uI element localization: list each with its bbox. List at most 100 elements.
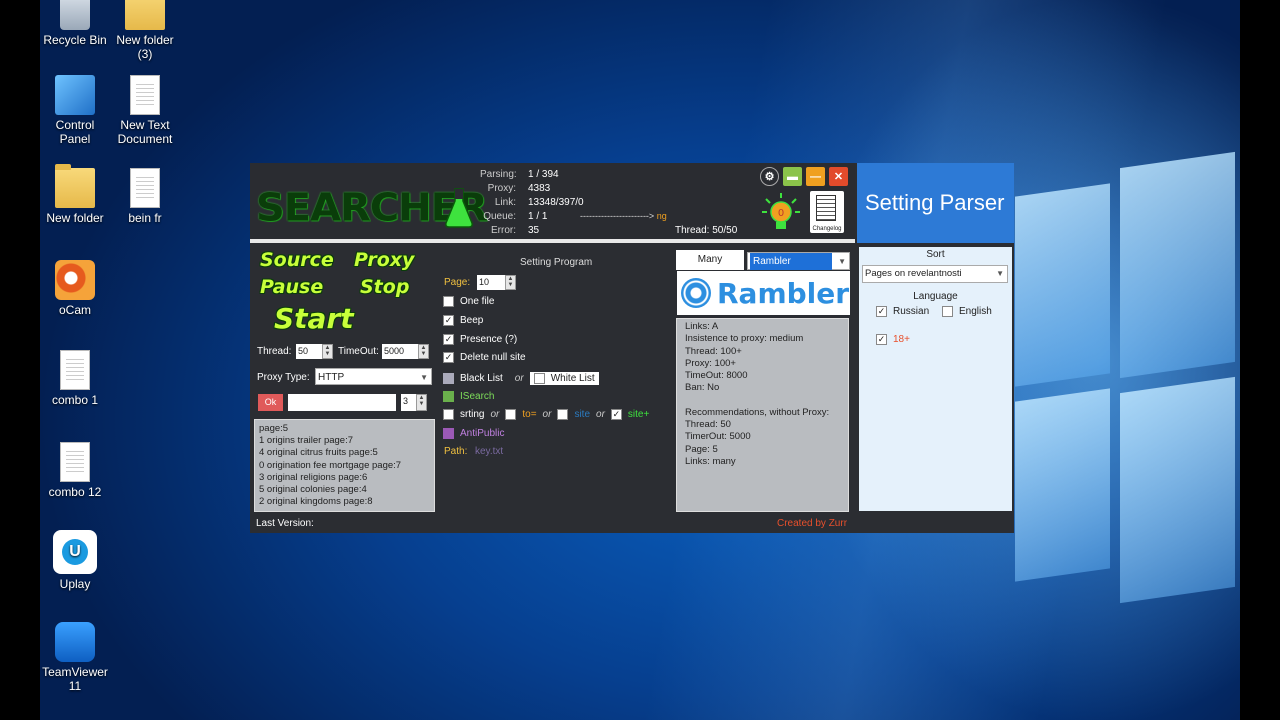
- desktop-icon-combo-12[interactable]: combo 12: [40, 442, 115, 499]
- presence-checkbox[interactable]: ✓ Presence (?): [443, 334, 517, 345]
- black-list-toggle[interactable]: [443, 373, 454, 384]
- rambler-brand: Rambler: [717, 276, 850, 310]
- thread-input[interactable]: 50: [296, 344, 322, 359]
- desktop-icon-ocam[interactable]: oCam: [40, 260, 115, 317]
- stop-button[interactable]: Stop: [360, 276, 409, 298]
- path-label: Path:: [444, 446, 468, 457]
- folder-button-icon[interactable]: ▬: [783, 167, 802, 186]
- minimize-button[interactable]: —: [806, 167, 825, 186]
- progress-indicator: -----------------------> ng: [580, 211, 667, 221]
- log-line: 2 original kingdoms page:8: [259, 496, 373, 508]
- stat-label: Parsing:: [480, 169, 517, 180]
- stats-panel: Parsing: 1 / 394 Proxy: 4383 Link: 13348/39…: [480, 168, 584, 238]
- rambler-logo: Rambler: [677, 271, 850, 315]
- english-label: English: [959, 306, 992, 317]
- start-button[interactable]: Start: [274, 302, 354, 335]
- desktop-icon-new-folder[interactable]: New folder: [40, 164, 115, 225]
- info-line: Links: many: [685, 455, 736, 467]
- info-line: Insistence to proxy: medium: [685, 333, 804, 345]
- checkbox[interactable]: [557, 409, 569, 420]
- searcher-window: SEARCHER Parsing: 1 / 394 Proxy: 4383 Link…: [250, 163, 1014, 533]
- close-button[interactable]: ✕: [829, 167, 848, 186]
- text-document-icon: [60, 350, 90, 390]
- or-label: or: [542, 409, 552, 420]
- desktop-icon-recycle-bin[interactable]: Recycle Bin: [40, 0, 115, 47]
- progress-arrow-text: ----------------------->: [580, 211, 657, 221]
- path-value[interactable]: key.txt: [475, 446, 503, 457]
- app-header: SEARCHER Parsing: 1 / 394 Proxy: 4383 Link…: [250, 163, 855, 241]
- antipublic-toggle[interactable]: [443, 428, 454, 439]
- desktop-icon-control-panel[interactable]: Control Panel: [40, 75, 115, 146]
- log-line: 4 original citrus fruits page:5: [259, 447, 378, 459]
- russian-checkbox[interactable]: ✓ Russian: [876, 306, 929, 317]
- isearch-toggle[interactable]: [443, 391, 454, 402]
- desktop-icon-uplay[interactable]: U Uplay: [40, 530, 115, 591]
- changelog-label: Changelog: [812, 226, 842, 232]
- isearch-option[interactable]: ISearch: [443, 391, 494, 402]
- black-list-label: Black List: [460, 373, 503, 384]
- desktop-icon-new-text-document[interactable]: New Text Document: [105, 75, 185, 146]
- info-line: Thread: 100+: [685, 345, 742, 357]
- thread-stepper[interactable]: ▲ ▼: [322, 344, 333, 359]
- desktop-icon-combo-1[interactable]: combo 1: [40, 350, 115, 407]
- black-list-option[interactable]: Black List or White List: [443, 372, 599, 385]
- engine-select[interactable]: Rambler ▼: [747, 252, 850, 270]
- log-line: 1 origins trailer page:7: [259, 435, 353, 447]
- timeout-stepper[interactable]: ▲ ▼: [418, 344, 429, 359]
- checkbox-checked[interactable]: ✓: [443, 315, 454, 326]
- sort-value: Pages on revelantnosti: [865, 268, 962, 279]
- windows-logo-wallpaper: [1015, 130, 1235, 690]
- adult-label: 18+: [893, 334, 910, 345]
- query-input[interactable]: [288, 394, 396, 411]
- settings-gear-icon[interactable]: ⚙: [760, 167, 779, 186]
- beep-checkbox[interactable]: ✓ Beep: [443, 315, 483, 326]
- info-line: TimerOut: 5000: [685, 431, 751, 443]
- desktop-icon-bein-fr[interactable]: bein fr: [105, 168, 185, 225]
- text-document-icon: [130, 168, 160, 208]
- checkbox[interactable]: [942, 306, 953, 317]
- adult-checkbox[interactable]: ✓ 18+: [876, 334, 910, 345]
- proxy-type-value: HTTP: [318, 372, 345, 383]
- checkbox[interactable]: [443, 409, 454, 420]
- info-line: Links: A: [685, 321, 719, 332]
- one-file-checkbox[interactable]: One file: [443, 296, 494, 307]
- many-button[interactable]: Many: [676, 250, 744, 270]
- source-button[interactable]: Source: [260, 249, 334, 271]
- checkbox-checked[interactable]: ✓: [610, 409, 622, 420]
- log-line: 0 origination fee mortgage page:7: [259, 459, 402, 471]
- delete-null-checkbox[interactable]: ✓ Delete null site: [443, 352, 526, 363]
- checkbox-checked[interactable]: ✓: [443, 352, 454, 363]
- desktop-icon-teamviewer[interactable]: TeamViewer 11: [40, 622, 115, 693]
- stat-value: 4383: [528, 183, 551, 194]
- checkbox-checked[interactable]: ✓: [876, 334, 887, 345]
- pause-button[interactable]: Pause: [260, 276, 323, 298]
- bulb-counter: 0: [778, 208, 784, 219]
- proxy-button[interactable]: Proxy: [354, 249, 414, 271]
- proxy-type-select[interactable]: HTTP ▼: [315, 368, 432, 385]
- count-input[interactable]: 3: [401, 394, 416, 411]
- white-list-toggle[interactable]: White List: [529, 372, 599, 385]
- checkbox[interactable]: [505, 409, 517, 420]
- page-input[interactable]: 10: [477, 275, 505, 290]
- checkbox[interactable]: [533, 373, 545, 384]
- ok-button[interactable]: Ok: [258, 394, 283, 411]
- desktop-icon-label: TeamViewer 11: [42, 665, 108, 693]
- or-label: or: [596, 409, 605, 420]
- russian-label: Russian: [893, 306, 930, 317]
- desktop-icon-new-folder-3[interactable]: New folder (3): [105, 0, 185, 61]
- english-checkbox[interactable]: English: [942, 306, 992, 317]
- info-line: Recommendations, without Proxy:: [685, 406, 830, 418]
- antipublic-option[interactable]: AntiPublic: [443, 428, 504, 439]
- count-stepper[interactable]: ▲ ▼: [416, 394, 427, 411]
- isearch-label: ISearch: [460, 391, 495, 402]
- checkbox[interactable]: [443, 296, 454, 307]
- stat-label: Error:: [491, 225, 516, 236]
- lightbulb-icon[interactable]: 0: [760, 191, 802, 233]
- header-tools: 0 Changelog: [760, 191, 844, 233]
- timeout-input[interactable]: 5000: [382, 344, 418, 359]
- checkbox-checked[interactable]: ✓: [876, 306, 887, 317]
- checkbox-checked[interactable]: ✓: [443, 334, 454, 345]
- page-stepper[interactable]: ▲ ▼: [505, 275, 516, 290]
- changelog-button[interactable]: Changelog: [810, 191, 844, 233]
- sort-select[interactable]: Pages on revelantnosti ▼: [862, 265, 1008, 283]
